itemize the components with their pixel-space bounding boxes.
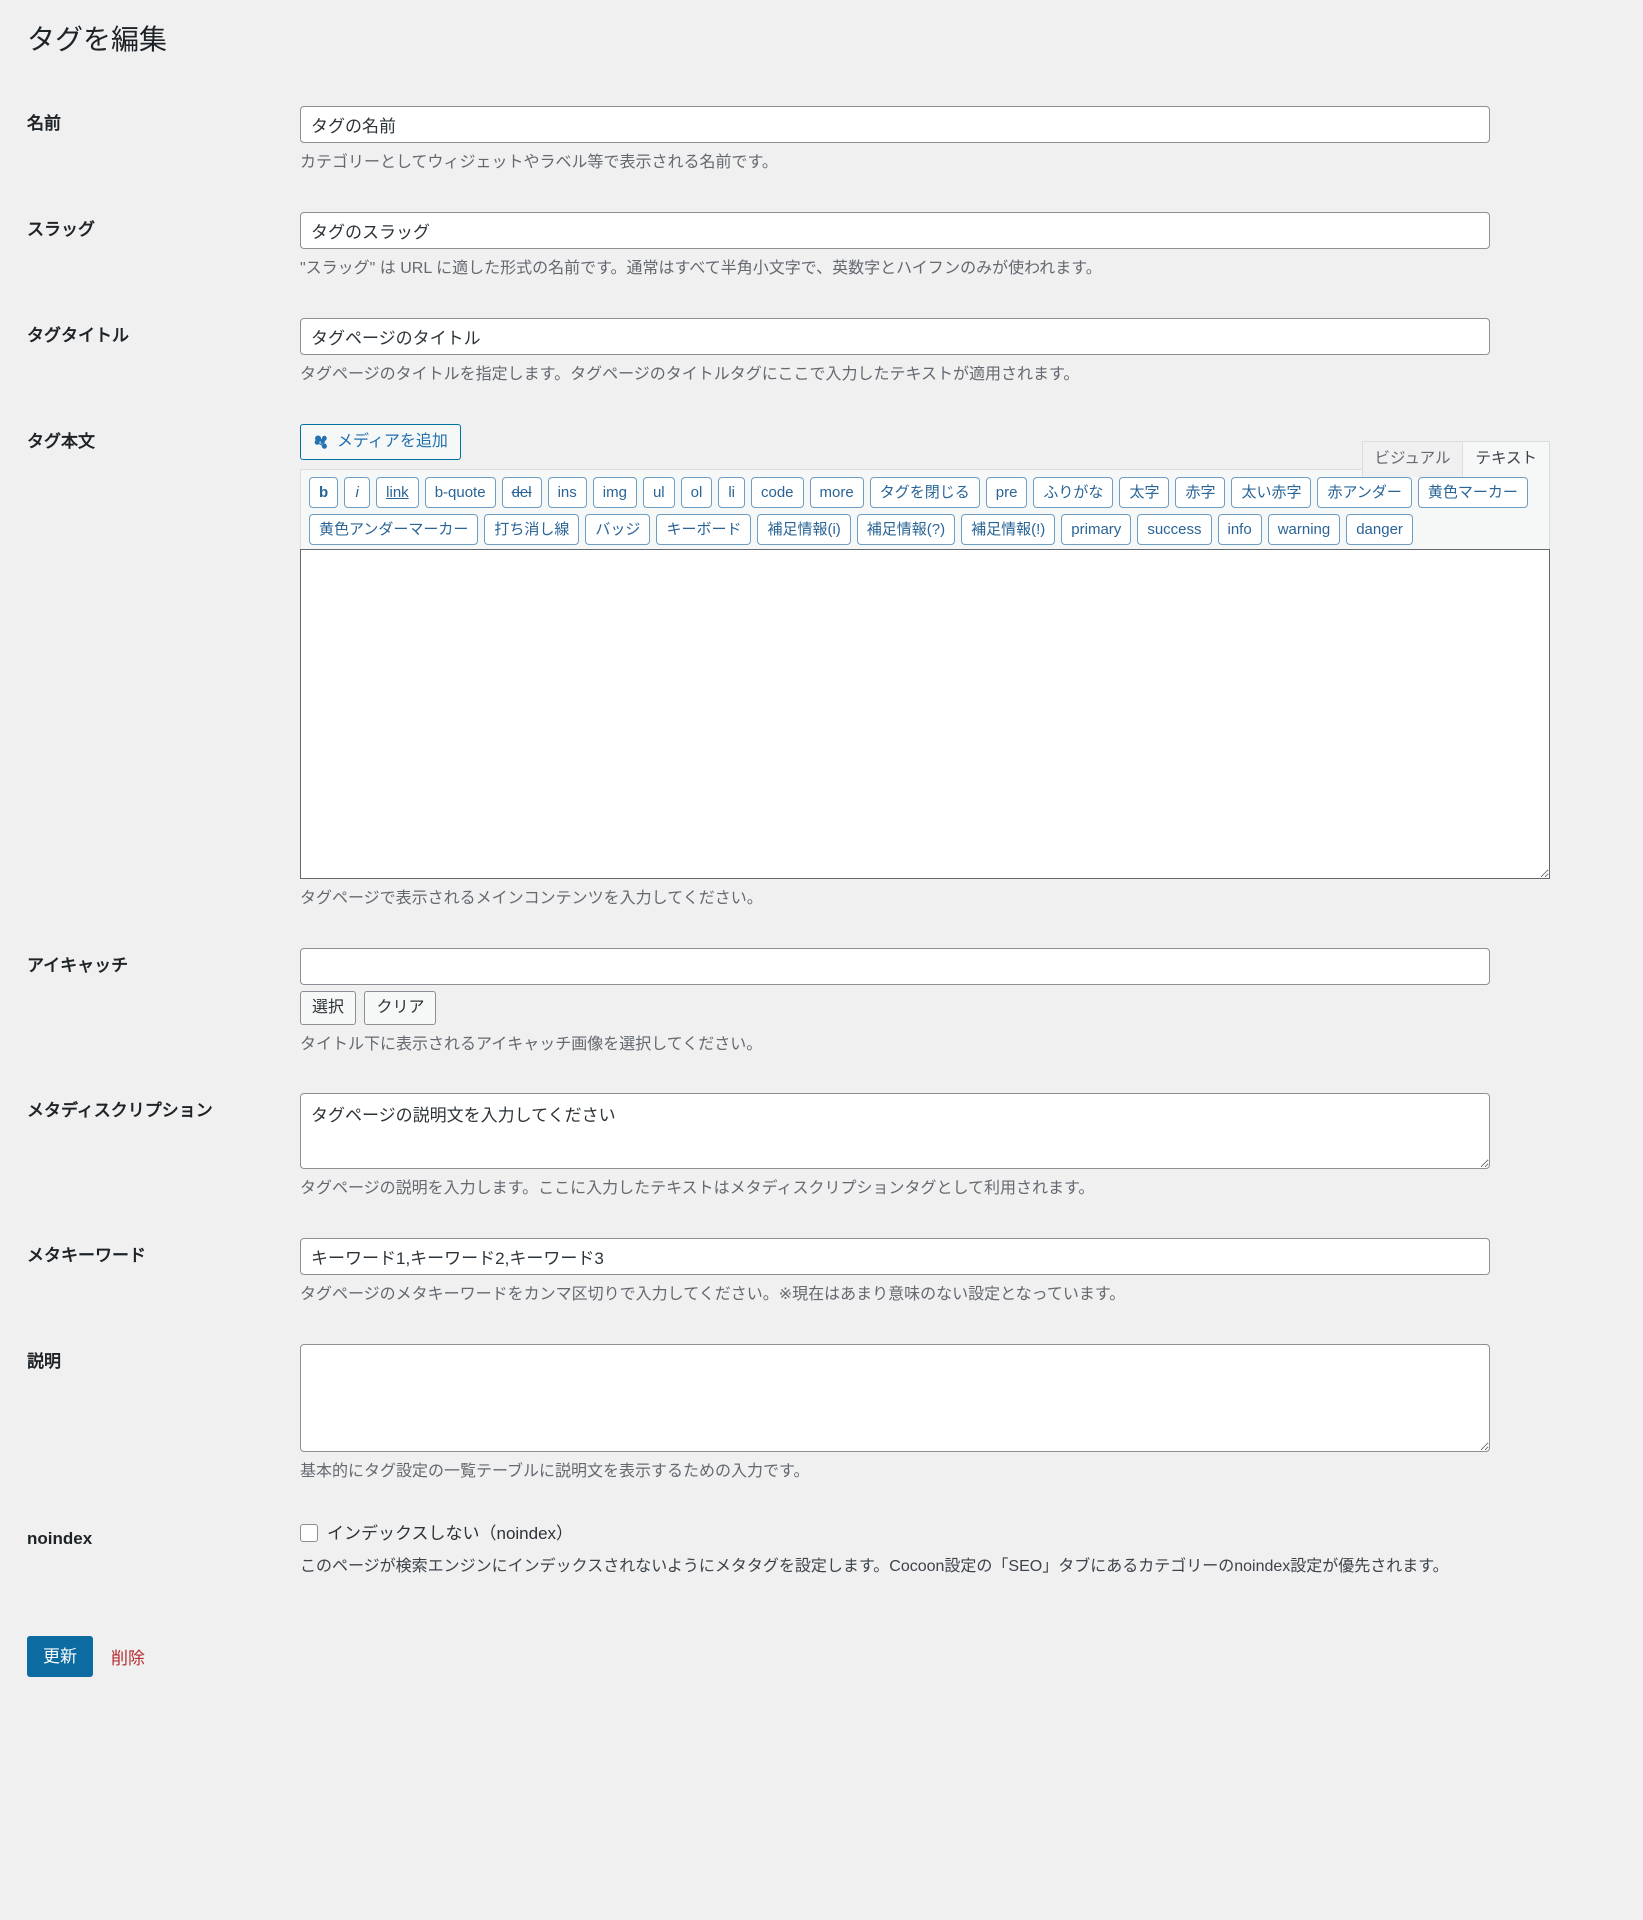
meta-description-description: タグページの説明を入力します。ここに入力したテキストはメタディスクリプションタグ…	[300, 1180, 1095, 1198]
quicktag-button[interactable]: del	[501, 476, 542, 508]
tag-body-textarea[interactable]	[300, 548, 1550, 879]
label-meta-description: メタディスクリプション	[27, 1101, 213, 1121]
form-row-eyecatch: アイキャッチ 選択 クリア タイトル下に表示されるアイキャッチ画像を選択してくだ…	[0, 930, 1643, 1076]
form-row-meta-description: メタディスクリプション タグページの説明を入力します。ここに入力したテキストはメ…	[0, 1075, 1643, 1220]
quicktag-button[interactable]: success	[1137, 513, 1212, 545]
noindex-checkbox-row[interactable]: インデックスしない（noindex）	[300, 1521, 1633, 1547]
form-row-tag-body: タグ本文 メディアを追加 ビジュアル テキスト b i link b-quote…	[0, 406, 1643, 930]
description-help: 基本的にタグ設定の一覧テーブルに説明文を表示するための入力です。	[300, 1462, 810, 1480]
quicktag-button[interactable]: 補足情報(i)	[757, 513, 851, 545]
tab-visual[interactable]: ビジュアル	[1361, 440, 1464, 477]
label-eyecatch: アイキャッチ	[27, 955, 129, 975]
quicktag-button[interactable]: code	[751, 476, 804, 508]
quicktag-button[interactable]: 黄色アンダーマーカー	[309, 513, 479, 545]
meta-description-textarea[interactable]	[300, 1093, 1490, 1170]
form-row-tag-title: タグタイトル タグページのタイトルを指定します。タグページのタイトルタグにここで…	[0, 300, 1643, 406]
quicktag-button[interactable]: タグを閉じる	[869, 476, 980, 508]
eyecatch-buttons: 選択 クリア	[300, 990, 1633, 1025]
meta-keywords-input[interactable]	[300, 1238, 1490, 1276]
quicktag-button[interactable]: b	[309, 476, 339, 508]
tag-title-input[interactable]	[300, 317, 1490, 355]
eyecatch-input[interactable]	[300, 947, 1490, 985]
quicktags-toolbar: b i link b-quote del ins img ul ol li code more タグを閉…	[300, 468, 1550, 549]
tag-body-editor: メディアを追加 ビジュアル テキスト b i link b-quote del ins im…	[300, 423, 1550, 879]
name-description: カテゴリーとしてウィジェットやラベル等で表示される名前です。	[300, 154, 778, 172]
delete-link[interactable]: 削除	[111, 1644, 145, 1669]
tag-edit-page: タグを編集 名前 カテゴリーとしてウィジェットやラベル等で表示される名前です。 …	[0, 0, 1643, 1707]
editor-mode-tabs: ビジュアル テキスト	[1361, 440, 1550, 477]
add-media-label: メディアを追加	[337, 432, 448, 450]
form-row-name: 名前 カテゴリーとしてウィジェットやラベル等で表示される名前です。	[0, 88, 1643, 194]
name-input[interactable]	[300, 106, 1490, 144]
label-slug: スラッグ	[27, 220, 95, 240]
quicktag-button[interactable]: pre	[985, 476, 1028, 508]
noindex-checkbox-label[interactable]: インデックスしない（noindex）	[327, 1521, 573, 1547]
quicktag-button[interactable]: バッジ	[585, 513, 651, 545]
description-textarea[interactable]	[300, 1343, 1490, 1452]
quicktag-button[interactable]: 黄色マーカー	[1417, 476, 1528, 508]
form-row-description: 説明 基本的にタグ設定の一覧テーブルに説明文を表示するための入力です。	[0, 1326, 1643, 1503]
quicktag-button[interactable]: primary	[1061, 513, 1132, 545]
quicktag-button[interactable]: キーボード	[656, 513, 752, 545]
quicktag-button[interactable]: warning	[1267, 513, 1341, 545]
label-description: 説明	[27, 1351, 61, 1371]
add-media-button[interactable]: メディアを追加	[300, 423, 461, 460]
quicktag-button[interactable]: 補足情報(?)	[856, 513, 956, 545]
form-row-meta-keywords: メタキーワード タグページのメタキーワードをカンマ区切りで入力してください。※現…	[0, 1220, 1643, 1326]
noindex-description: このページが検索エンジンにインデックスされないようにメタタグを設定します。Coc…	[300, 1558, 1449, 1576]
tag-title-description: タグページのタイトルを指定します。タグページのタイトルタグにここで入力したテキス…	[300, 365, 1080, 383]
noindex-checkbox[interactable]	[300, 1523, 318, 1542]
label-tag-body: タグ本文	[27, 431, 95, 451]
quicktag-button[interactable]: info	[1217, 513, 1262, 545]
slug-input[interactable]	[300, 212, 1490, 250]
quicktag-button[interactable]: ul	[642, 476, 675, 508]
quicktag-button[interactable]: 補足情報(!)	[961, 513, 1056, 545]
eyecatch-clear-button[interactable]: クリア	[364, 990, 437, 1025]
update-button[interactable]: 更新	[27, 1635, 93, 1677]
label-name: 名前	[27, 114, 61, 134]
tag-edit-form-table: 名前 カテゴリーとしてウィジェットやラベル等で表示される名前です。 スラッグ "…	[0, 88, 1643, 1613]
form-footer: 更新 削除	[0, 1614, 1643, 1707]
quicktag-button[interactable]: ins	[547, 476, 587, 508]
quicktag-button[interactable]: 打ち消し線	[484, 513, 580, 545]
label-noindex: noindex	[27, 1528, 93, 1548]
quicktag-button[interactable]: b-quote	[424, 476, 496, 508]
quicktag-button[interactable]: ol	[680, 476, 713, 508]
form-row-noindex: noindex インデックスしない（noindex） このページが検索エンジンに…	[0, 1503, 1643, 1614]
quicktag-button[interactable]: i	[344, 476, 371, 508]
quicktag-button[interactable]: li	[718, 476, 745, 508]
quicktag-button[interactable]: 赤字	[1175, 476, 1226, 508]
label-meta-keywords: メタキーワード	[27, 1246, 146, 1266]
quicktag-button[interactable]: danger	[1346, 513, 1413, 545]
tab-text[interactable]: テキスト	[1462, 440, 1550, 477]
tag-body-description: タグページで表示されるメインコンテンツを入力してください。	[300, 889, 763, 907]
quicktag-button[interactable]: more	[809, 476, 864, 508]
meta-keywords-description: タグページのメタキーワードをカンマ区切りで入力してください。※現在はあまり意味の…	[300, 1286, 1126, 1304]
editor-toolbar-top: メディアを追加 ビジュアル テキスト	[300, 423, 1550, 477]
quicktag-button[interactable]: 赤アンダー	[1317, 476, 1412, 508]
quicktag-button[interactable]: 太い赤字	[1231, 476, 1312, 508]
eyecatch-select-button[interactable]: 選択	[300, 990, 357, 1025]
page-title: タグを編集	[27, 24, 168, 55]
label-tag-title: タグタイトル	[27, 325, 129, 345]
quicktag-button[interactable]: 太字	[1119, 476, 1170, 508]
media-icon	[313, 433, 330, 450]
form-row-slug: スラッグ "スラッグ" は URL に適した形式の名前です。通常はすべて半角小文…	[0, 194, 1643, 300]
eyecatch-description: タイトル下に表示されるアイキャッチ画像を選択してください。	[300, 1035, 763, 1053]
slug-description: "スラッグ" は URL に適した形式の名前です。通常はすべて半角小文字で、英数…	[300, 260, 1102, 278]
quicktag-button[interactable]: img	[592, 476, 637, 508]
quicktag-button[interactable]: link	[376, 476, 419, 508]
quicktag-button[interactable]: ふりがな	[1033, 476, 1114, 508]
